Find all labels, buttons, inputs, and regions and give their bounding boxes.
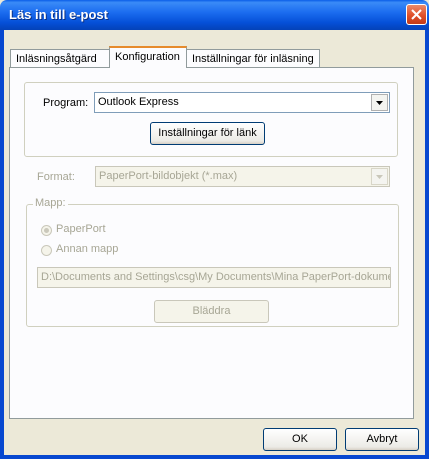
program-select[interactable]: Outlook Express: [94, 92, 390, 113]
tab-scan-settings[interactable]: Inställningar för inläsning: [186, 49, 320, 68]
close-button[interactable]: [406, 4, 427, 25]
radio-other-folder[interactable]: [41, 245, 52, 256]
cancel-button[interactable]: Avbryt: [345, 428, 419, 451]
format-label: Format:: [37, 171, 75, 183]
program-value: Outlook Express: [98, 96, 179, 108]
chevron-down-icon[interactable]: [371, 168, 388, 185]
tab-scan-action[interactable]: Inläsningsåtgärd: [10, 49, 110, 68]
title-bar[interactable]: Läs in till e-post: [0, 0, 429, 30]
window-frame-right: [425, 30, 429, 459]
window-title: Läs in till e-post: [9, 7, 108, 22]
tab-configuration[interactable]: Konfiguration: [109, 46, 187, 68]
window-frame-left: [0, 30, 4, 459]
folder-label: Mapp:: [33, 197, 68, 209]
ok-button[interactable]: OK: [263, 428, 337, 451]
browse-button[interactable]: Bläddra: [154, 300, 269, 323]
radio-paperport-label: PaperPort: [56, 223, 106, 235]
program-label: Program:: [43, 97, 89, 109]
tab-panel: Program: Outlook Express Inställningar f…: [9, 67, 414, 419]
radio-other-folder-label: Annan mapp: [56, 243, 119, 255]
window-frame-bottom: [0, 455, 429, 459]
radio-paperport[interactable]: [41, 225, 52, 236]
close-icon: [411, 9, 422, 20]
format-value: PaperPort-bildobjekt (*.max): [99, 170, 238, 182]
format-select[interactable]: PaperPort-bildobjekt (*.max): [95, 166, 390, 187]
link-settings-button[interactable]: Inställningar för länk: [150, 122, 265, 145]
chevron-down-icon[interactable]: [371, 94, 388, 111]
folder-path-field[interactable]: D:\Documents and Settings\csg\My Documen…: [37, 267, 391, 288]
folder-path-value: D:\Documents and Settings\csg\My Documen…: [41, 271, 391, 283]
